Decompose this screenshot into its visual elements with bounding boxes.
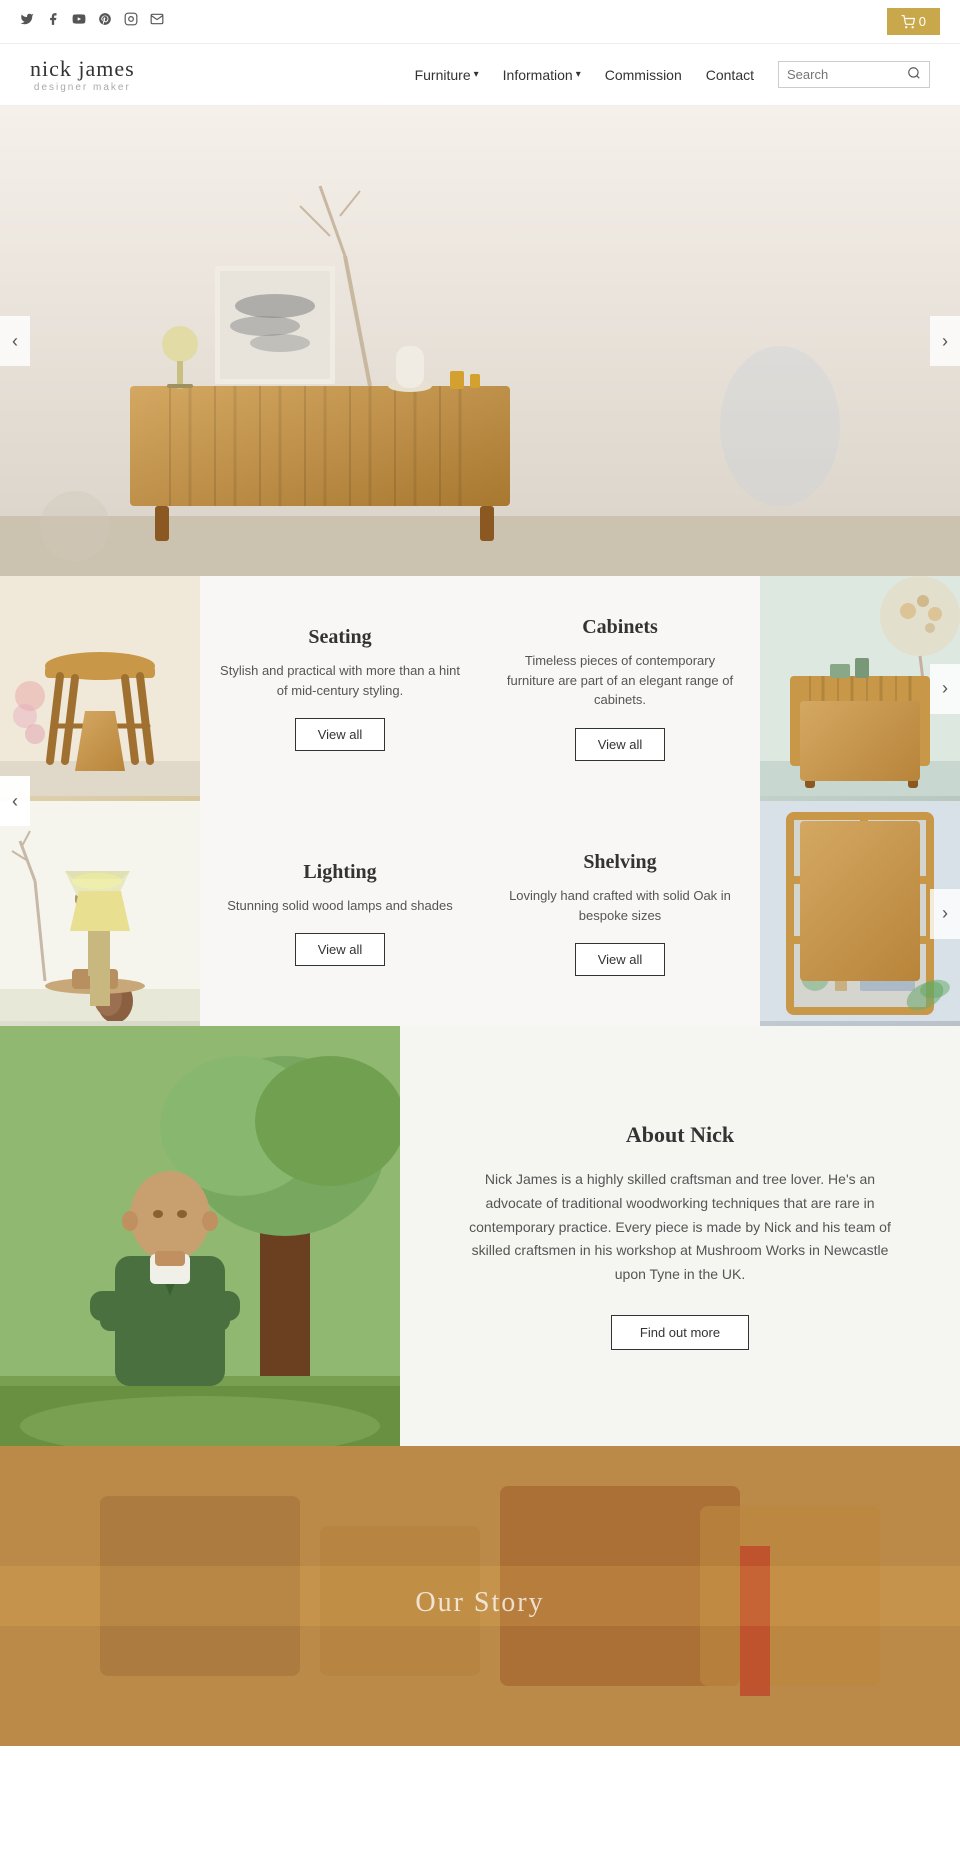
cabinets-image: › (760, 576, 960, 801)
shelving-view-all-button[interactable]: View all (575, 943, 666, 976)
nav-contact[interactable]: Contact (706, 67, 754, 83)
lighting-title: Lighting (303, 861, 376, 884)
lighting-view-all-button[interactable]: View all (295, 933, 386, 966)
email-icon[interactable] (150, 12, 164, 31)
search-form (778, 61, 930, 88)
category-seating: Seating Stylish and practical with more … (0, 576, 480, 801)
nav-commission[interactable]: Commission (605, 67, 682, 83)
category-lighting: Lighting Stunning solid wood lamps and s… (0, 801, 480, 1026)
logo[interactable]: nick james designer maker (30, 56, 135, 93)
facebook-icon[interactable] (46, 12, 60, 31)
hero-banner: ‹ › (0, 106, 960, 576)
bottom-banner: Our Story (0, 1446, 960, 1746)
header: nick james designer maker Furniture ▾ In… (0, 44, 960, 106)
twitter-icon[interactable] (20, 12, 34, 31)
search-button[interactable] (907, 66, 921, 83)
lighting-prev-arrow[interactable]: ‹ (0, 776, 30, 826)
chevron-down-icon: ▾ (474, 69, 479, 80)
cart-button[interactable]: 0 (887, 8, 940, 35)
cart-icon (901, 15, 915, 29)
top-bar: 0 (0, 0, 960, 44)
shelving-image: › (760, 801, 960, 1026)
lighting-text: Lighting Stunning solid wood lamps and s… (200, 801, 480, 1026)
search-icon (907, 66, 921, 80)
seating-title: Seating (308, 626, 371, 649)
shelving-desc: Lovingly hand crafted with solid Oak in … (500, 886, 740, 925)
search-input[interactable] (787, 67, 907, 82)
about-description: Nick James is a highly skilled craftsman… (460, 1168, 900, 1287)
nav-information[interactable]: Information ▾ (503, 67, 581, 83)
hero-prev-arrow[interactable]: ‹ (0, 316, 30, 366)
main-nav: Furniture ▾ Information ▾ Commission Con… (415, 61, 930, 88)
about-person-image (0, 1026, 400, 1446)
shelving-title: Shelving (583, 851, 656, 874)
cat-col-right: Cabinets Timeless pieces of contemporary… (480, 576, 960, 1026)
logo-name: nick james (30, 56, 135, 82)
svg-text:Our Story: Our Story (415, 1587, 544, 1618)
social-icons (20, 12, 164, 31)
youtube-icon[interactable] (72, 12, 86, 31)
stool-illustration (0, 576, 200, 796)
cabinets-next-arrow[interactable]: › (930, 664, 960, 714)
seating-view-all-button[interactable]: View all (295, 718, 386, 751)
seating-image (0, 576, 200, 801)
cabinets-title: Cabinets (582, 616, 658, 639)
cabinets-desc: Timeless pieces of contemporary furnitur… (500, 651, 740, 710)
category-grid: Seating Stylish and practical with more … (0, 576, 960, 1026)
bottom-banner-image: Our Story (0, 1446, 960, 1746)
about-text-section: About Nick Nick James is a highly skille… (400, 1026, 960, 1446)
hero-next-arrow[interactable]: › (930, 316, 960, 366)
find-out-more-button[interactable]: Find out more (611, 1315, 749, 1350)
about-title: About Nick (626, 1122, 734, 1148)
seating-desc: Stylish and practical with more than a h… (220, 661, 460, 700)
logo-sub: designer maker (30, 82, 135, 93)
hero-image (0, 106, 960, 576)
shelving-text: Shelving Lovingly hand crafted with soli… (480, 801, 760, 1026)
about-image (0, 1026, 400, 1446)
shelving-next-arrow[interactable]: › (930, 889, 960, 939)
lamp-illustration (0, 801, 200, 1021)
about-section: About Nick Nick James is a highly skille… (0, 1026, 960, 1446)
category-shelving: Shelving Lovingly hand crafted with soli… (480, 801, 960, 1026)
cabinets-text: Cabinets Timeless pieces of contemporary… (480, 576, 760, 801)
pinterest-icon[interactable] (98, 12, 112, 31)
seating-text: Seating Stylish and practical with more … (200, 576, 480, 801)
lighting-desc: Stunning solid wood lamps and shades (227, 896, 452, 916)
chevron-down-icon: ▾ (576, 69, 581, 80)
cat-col-left: Seating Stylish and practical with more … (0, 576, 480, 1026)
lighting-image (0, 801, 200, 1026)
instagram-icon[interactable] (124, 12, 138, 31)
category-cabinets: Cabinets Timeless pieces of contemporary… (480, 576, 960, 801)
nav-furniture[interactable]: Furniture ▾ (415, 67, 479, 83)
cart-count: 0 (919, 14, 926, 29)
cabinets-view-all-button[interactable]: View all (575, 728, 666, 761)
